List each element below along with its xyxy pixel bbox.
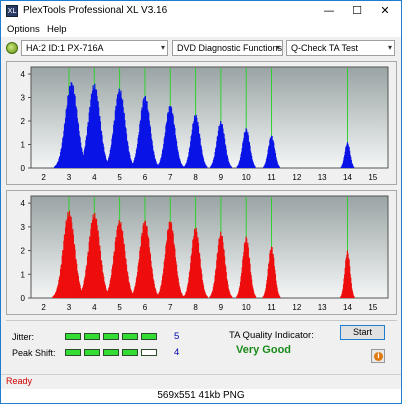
ta-quality-value: Very Good: [236, 344, 292, 356]
x-tick-label: 8: [193, 303, 198, 312]
histogram-bar: [352, 166, 355, 168]
meter-segment: [84, 349, 100, 356]
app-window: XL PlexTools Professional XL V3.16 — ☐ ✕…: [0, 0, 402, 404]
y-tick-label: 2: [21, 247, 26, 256]
x-tick-label: 14: [343, 303, 352, 312]
histogram-bar: [353, 296, 355, 298]
histogram-bar: [279, 296, 281, 298]
upper-chart: 012342 3 4 5 6 7 8 9 10 11 12 13 14 15: [21, 66, 389, 182]
meter-segment: [141, 333, 157, 340]
status-bar: Ready: [1, 374, 401, 388]
x-tick-label: 12: [292, 173, 301, 182]
drive-select-value: HA:2 ID:1 PX-716A: [26, 43, 104, 53]
y-tick-label: 3: [21, 94, 26, 103]
histogram-bar: [231, 296, 233, 298]
histogram-bar: [206, 296, 208, 298]
x-tick-label: 10: [242, 173, 251, 182]
x-tick-label: 4: [92, 173, 97, 182]
peak-shift-label: Peak Shift:: [12, 348, 56, 358]
window-title: PlexTools Professional XL V3.16: [23, 5, 168, 16]
histogram-bar: [254, 296, 257, 298]
histogram-bar: [278, 166, 280, 168]
info-button[interactable]: i: [371, 349, 385, 363]
x-tick-label: 2: [41, 173, 46, 182]
app-logo-icon: XL: [6, 5, 18, 17]
image-caption: 569x551 41kb PNG: [1, 389, 401, 403]
upper-chart-panel: 0 1 2 3 4 2 3 4 5 6 7 8 9 10 11 12 13 14 15: [6, 61, 397, 185]
jitter-label: Jitter:: [12, 332, 35, 342]
x-tick-label: 13: [318, 303, 327, 312]
menu-bar: Options Help: [1, 22, 401, 37]
x-tick-label: 8: [193, 173, 198, 182]
test-select-value: Q-Check TA Test: [291, 43, 359, 53]
ta-quality-label: TA Quality Indicator:: [229, 330, 314, 341]
minimize-button[interactable]: —: [315, 1, 343, 21]
function-select[interactable]: DVD Diagnostic Functions ▾: [172, 40, 283, 56]
meter-segment: [65, 349, 81, 356]
x-tick-label: 11: [267, 173, 276, 182]
menu-options[interactable]: Options: [7, 24, 40, 35]
status-text: Ready: [6, 376, 33, 386]
x-tick-label: 3: [67, 303, 72, 312]
x-tick-label: 14: [343, 173, 352, 182]
x-tick-label: 5: [117, 173, 122, 182]
meter-segment: [103, 333, 119, 340]
maximize-button[interactable]: ☐: [343, 1, 371, 21]
chevron-down-icon: ▾: [387, 43, 392, 52]
divider: [6, 320, 397, 321]
y-tick-label: 1: [21, 270, 26, 279]
title-bar[interactable]: XL PlexTools Professional XL V3.16 — ☐ ✕: [1, 1, 401, 22]
x-tick-label: 12: [292, 303, 301, 312]
x-tick-label: 5: [117, 303, 122, 312]
y-tick-label: 3: [21, 223, 26, 232]
x-tick-label: 15: [368, 303, 377, 312]
menu-help[interactable]: Help: [47, 24, 67, 35]
jitter-value: 5: [174, 331, 180, 342]
x-tick-label: 7: [168, 303, 173, 312]
x-tick-label: 9: [219, 303, 224, 312]
meter-segment: [65, 333, 81, 340]
chevron-down-icon: ▾: [160, 43, 165, 52]
close-button[interactable]: ✕: [371, 1, 399, 21]
meter-segment: [122, 349, 138, 356]
x-tick-label: 11: [267, 303, 276, 312]
y-tick-label: 1: [21, 141, 26, 150]
y-tick-label: 0: [21, 294, 26, 303]
x-tick-label: 7: [168, 173, 173, 182]
x-tick-label: 6: [143, 303, 148, 312]
x-tick-label: 4: [92, 303, 97, 312]
meter-segment: [122, 333, 138, 340]
histogram-bar: [254, 166, 256, 168]
x-tick-label: 15: [368, 173, 377, 182]
meter-segment: [141, 349, 157, 356]
histogram-bar: [206, 166, 208, 168]
x-tick-label: 10: [242, 303, 251, 312]
y-tick-label: 2: [21, 117, 26, 126]
x-tick-label: 6: [143, 173, 148, 182]
meter-segment: [103, 349, 119, 356]
lower-chart: 012342 3 4 5 6 7 8 9 10 11 12 13 14 15: [21, 195, 389, 312]
x-tick-label: 13: [318, 173, 327, 182]
x-tick-label: 9: [219, 173, 224, 182]
y-tick-label: 4: [21, 199, 26, 208]
lower-chart-panel: 0 1 2 3 4 2 3 4 5 6 7 8 9 10 11 12 13 14 15: [6, 190, 397, 315]
meter-segment: [84, 333, 100, 340]
disc-drive-icon: [6, 42, 18, 54]
chevron-down-icon: ▾: [275, 43, 280, 52]
y-tick-label: 4: [21, 70, 26, 79]
x-tick-label: 3: [67, 173, 72, 182]
x-tick-label: 2: [41, 303, 46, 312]
function-select-value: DVD Diagnostic Functions: [177, 43, 283, 53]
y-tick-label: 0: [21, 164, 26, 173]
test-select[interactable]: Q-Check TA Test ▾: [286, 40, 395, 56]
histogram-bar: [230, 166, 232, 168]
info-icon: i: [374, 352, 383, 361]
peak-shift-value: 4: [174, 347, 180, 358]
drive-select[interactable]: HA:2 ID:1 PX-716A ▾: [21, 40, 168, 56]
toolbar: HA:2 ID:1 PX-716A ▾ DVD Diagnostic Funct…: [1, 38, 401, 58]
start-button[interactable]: Start: [340, 325, 385, 340]
